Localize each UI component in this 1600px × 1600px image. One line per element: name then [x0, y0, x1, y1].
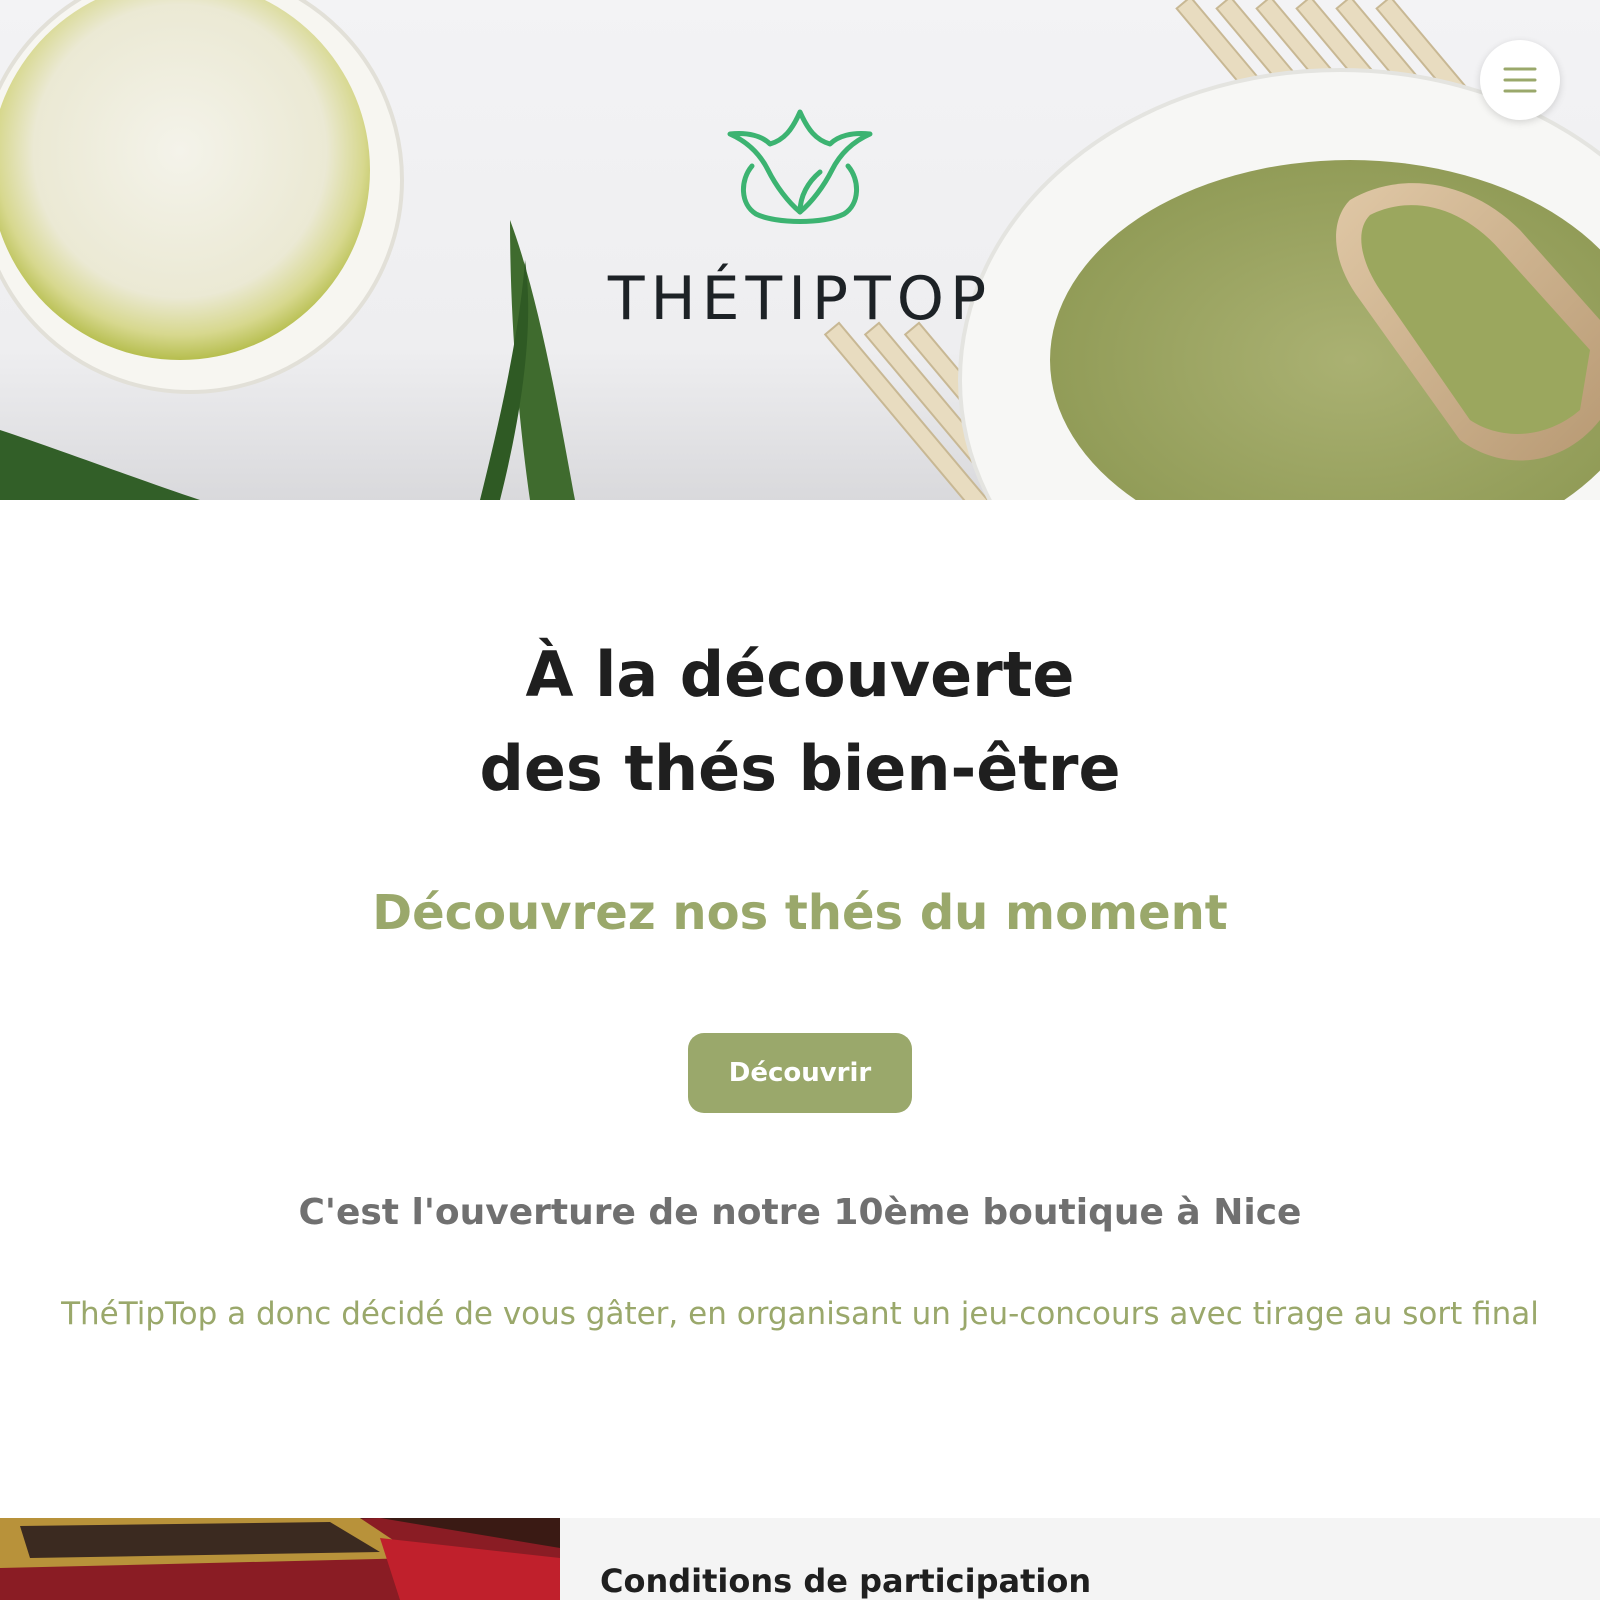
conditions-panel: Conditions de participation: [560, 1518, 1600, 1600]
brand-name: THÉTIPTOP: [607, 264, 993, 334]
tea-box-image: [0, 1518, 560, 1600]
opening-announcement: C'est l'ouverture de notre 10ème boutiqu…: [298, 1192, 1302, 1233]
menu-button[interactable]: [1480, 40, 1560, 120]
headline-line-2: des thés bien-être: [479, 732, 1121, 805]
discover-button[interactable]: Découvrir: [688, 1033, 912, 1113]
page-title: À la découverte des thés bien-être: [0, 628, 1600, 816]
brand-logo[interactable]: THÉTIPTOP: [560, 100, 1040, 350]
tea-box-photo: [0, 1518, 560, 1600]
contest-description: ThéTipTop a donc décidé de vous gâter, e…: [61, 1296, 1539, 1332]
hamburger-menu-icon: [1503, 67, 1537, 93]
hero-banner: THÉTIPTOP: [0, 0, 1600, 500]
lotus-icon: [727, 109, 873, 224]
subheadline: Découvrez nos thés du moment: [372, 885, 1228, 941]
conditions-title: Conditions de participation: [600, 1562, 1092, 1600]
headline-line-1: À la découverte: [525, 638, 1075, 711]
